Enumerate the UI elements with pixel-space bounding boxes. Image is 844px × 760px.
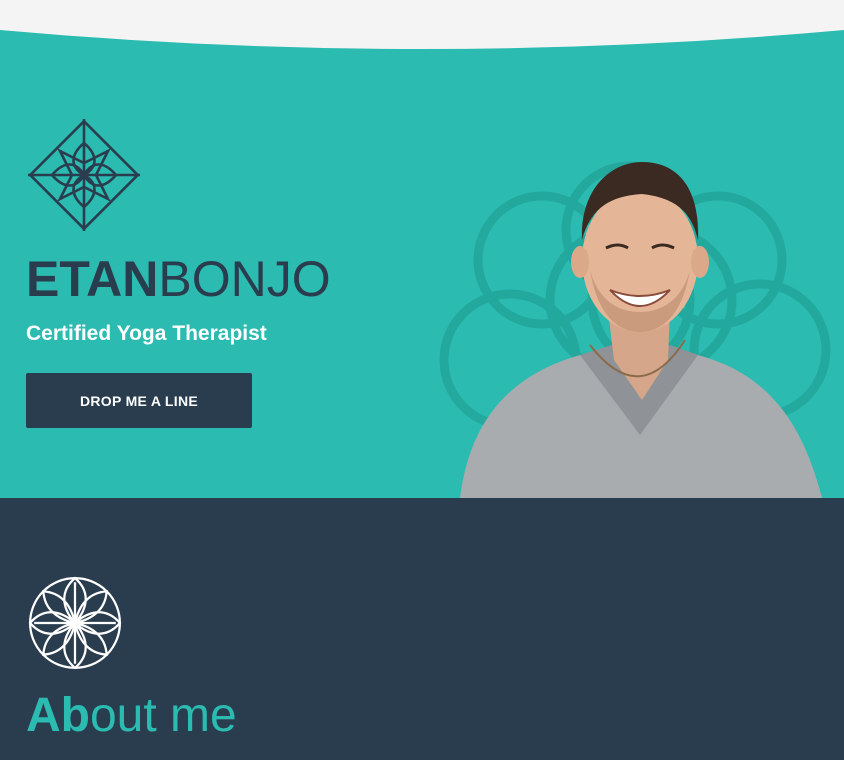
about-me-heading: About me (26, 688, 237, 744)
tagline: Certified Yoga Therapist (26, 322, 267, 345)
lotus-diamond-icon (28, 119, 140, 231)
portrait-photo (439, 161, 831, 498)
flower-mandala-icon (28, 576, 122, 670)
brand-name: ETANBONJO (26, 250, 331, 308)
about-title-accent: Ab (26, 689, 90, 742)
brand-last-name: BONJO (158, 251, 331, 307)
about-title-rest: out me (89, 689, 237, 742)
hero-section: ETANBONJO Certified Yoga Therapist DROP … (0, 0, 844, 498)
drop-me-a-line-button[interactable]: DROP ME A LINE (26, 373, 252, 428)
brand-first-name: ETAN (26, 251, 159, 307)
about-section: About me (0, 498, 844, 760)
